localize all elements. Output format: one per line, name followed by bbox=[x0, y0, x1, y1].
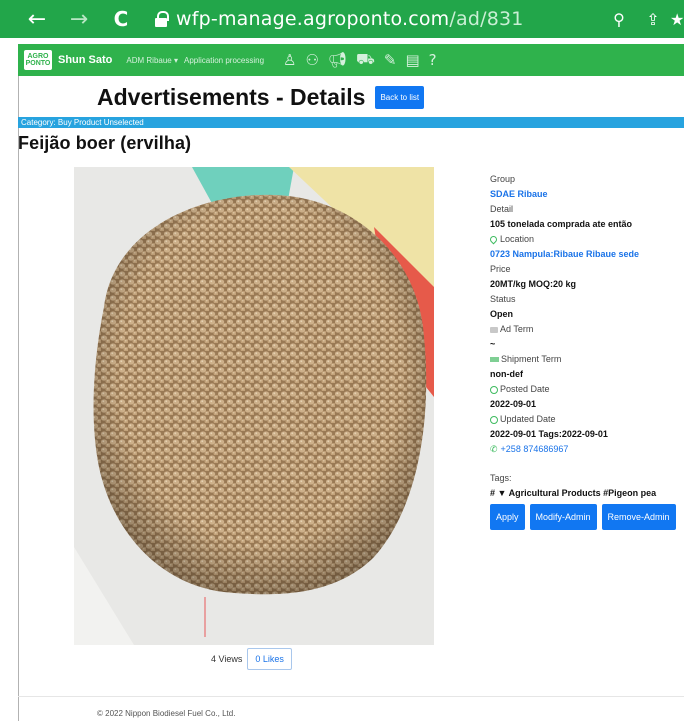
user-icon[interactable]: ♙ bbox=[283, 51, 296, 69]
site-navbar: AGRO PONTO Shun Sato ADM Ribaue ▾ Applic… bbox=[18, 44, 684, 76]
page-header: Advertisements - Details Back to list bbox=[97, 84, 425, 111]
phone-link[interactable]: ✆ +258 874686967 bbox=[490, 444, 684, 455]
category-bar: Category: Buy Product Unselected bbox=[18, 117, 684, 128]
detail-value: 105 tonelada comprada ate então bbox=[490, 219, 633, 229]
product-image bbox=[74, 167, 434, 645]
footer-divider bbox=[18, 696, 684, 697]
ad-term-value: ~ bbox=[490, 339, 496, 349]
megaphone-icon[interactable]: 📢︎ bbox=[328, 51, 347, 69]
truck-icon bbox=[490, 357, 499, 362]
updated-date-label: Updated Date bbox=[490, 414, 684, 425]
tags-value: # ▼ Agricultural Products #Pigeon pea bbox=[490, 488, 657, 498]
group-label: Group bbox=[490, 174, 516, 184]
status-label: Status bbox=[490, 294, 516, 304]
edit-icon[interactable]: ✎ bbox=[384, 51, 397, 69]
shipment-term-value: non-def bbox=[490, 369, 523, 379]
arrow-right-icon[interactable]: → bbox=[64, 7, 94, 32]
tags-label: Tags: bbox=[490, 473, 512, 483]
location-link[interactable]: 0723 Nampula:Ribaue Ribaue sede bbox=[490, 249, 684, 260]
price-label: Price bbox=[490, 264, 511, 274]
truck-icon[interactable]: ⛟ bbox=[356, 50, 375, 70]
apply-button[interactable]: Apply bbox=[490, 504, 525, 530]
nav-menu-group[interactable]: ADM Ribaue ▾ bbox=[126, 56, 178, 65]
nav-user-name[interactable]: Shun Sato bbox=[58, 54, 112, 66]
lock-icon bbox=[154, 11, 169, 27]
detail-label: Detail bbox=[490, 204, 514, 214]
reload-icon[interactable]: C bbox=[106, 7, 136, 31]
bookmark-star-icon[interactable]: ★ bbox=[670, 10, 684, 29]
page-title: Advertisements - Details bbox=[97, 84, 366, 110]
browser-toolbar: ← → C wfp-manage.agroponto.com/ad/831 ⚲ … bbox=[0, 0, 684, 38]
location-pin-icon bbox=[488, 234, 499, 245]
modify-admin-button[interactable]: Modify-Admin bbox=[529, 504, 597, 530]
views-count: 4 Views bbox=[211, 654, 243, 664]
page-border bbox=[18, 76, 19, 721]
ad-stats: 4 Views 0 Likes bbox=[211, 648, 292, 670]
share-icon[interactable]: ⇪ bbox=[636, 10, 670, 29]
clock-icon bbox=[490, 415, 498, 424]
site-logo[interactable]: AGRO PONTO bbox=[24, 50, 52, 70]
ad-term-label: Ad Term bbox=[490, 324, 684, 335]
location-label: Location bbox=[488, 234, 684, 245]
search-icon[interactable]: ⚲ bbox=[602, 10, 636, 29]
footer-copyright: © 2022 Nippon Biodiesel Fuel Co., Ltd. bbox=[97, 709, 236, 718]
likes-button[interactable]: 0 Likes bbox=[247, 648, 292, 670]
price-value: 20MT/kg MOQ:20 kg bbox=[490, 279, 577, 289]
posted-date-label: Posted Date bbox=[490, 384, 684, 395]
arrow-left-icon[interactable]: ← bbox=[22, 7, 52, 32]
url-host: wfp-manage.agroponto.com bbox=[176, 8, 450, 30]
status-value: Open bbox=[490, 309, 514, 319]
phone-icon: ✆ bbox=[490, 445, 498, 455]
back-to-list-button[interactable]: Back to list bbox=[375, 86, 425, 109]
clock-icon bbox=[490, 385, 498, 394]
url-path: /ad/831 bbox=[449, 8, 524, 30]
group-link[interactable]: SDAE Ribaue bbox=[490, 189, 684, 200]
help-icon[interactable]: ? bbox=[429, 51, 437, 69]
product-image-graphic bbox=[74, 167, 434, 645]
updated-date-value: 2022-09-01 Tags:2022-09-01 bbox=[490, 429, 608, 439]
shipment-term-label: Shipment Term bbox=[490, 354, 684, 365]
calendar-icon bbox=[490, 326, 498, 333]
remove-admin-button[interactable]: Remove-Admin bbox=[601, 504, 676, 530]
address-bar[interactable]: wfp-manage.agroponto.com/ad/831 bbox=[154, 0, 624, 38]
posted-date-value: 2022-09-01 bbox=[490, 399, 537, 409]
users-icon[interactable]: ⚇ bbox=[305, 51, 318, 69]
action-buttons: Apply Modify-Admin Remove-Admin bbox=[490, 504, 684, 530]
nav-menu-application-processing[interactable]: Application processing bbox=[184, 56, 264, 65]
ad-title: Feijão boer (ervilha) bbox=[18, 133, 192, 153]
ad-details: Group SDAE Ribaue Detail 105 tonelada co… bbox=[488, 170, 684, 530]
document-icon[interactable]: ▤ bbox=[405, 51, 419, 69]
